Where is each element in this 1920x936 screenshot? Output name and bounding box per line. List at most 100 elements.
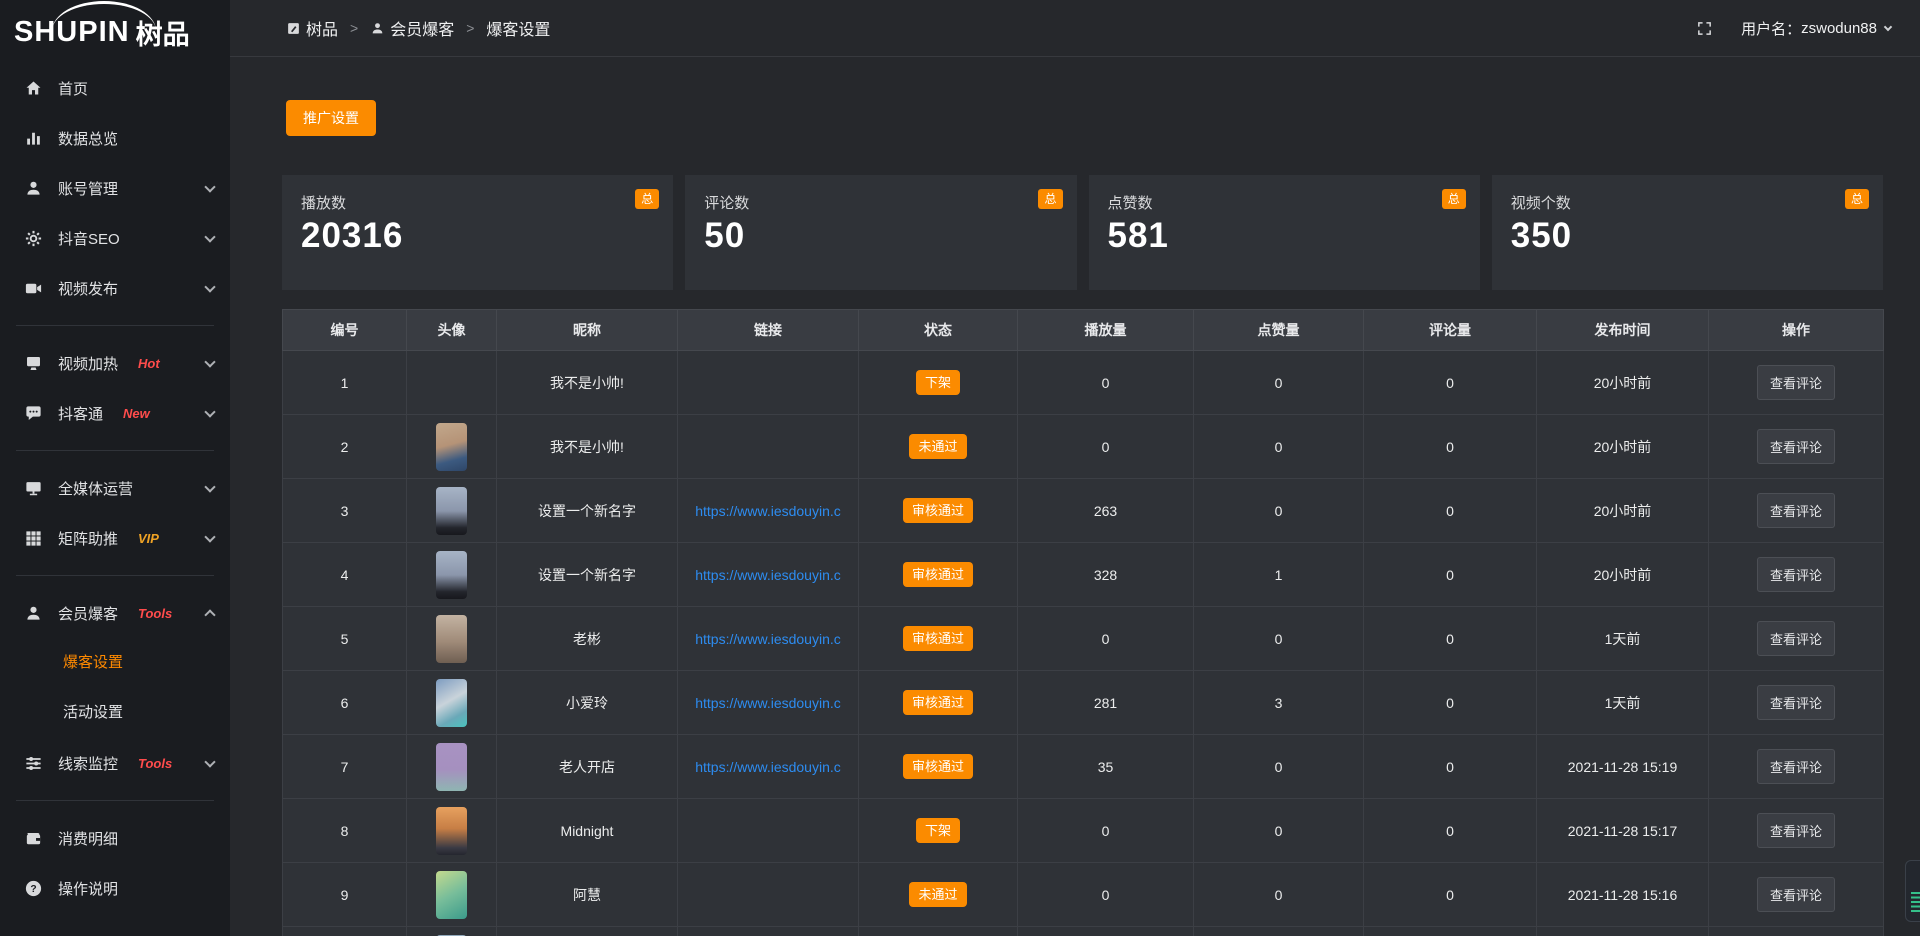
cell-time: 2021-11-28 15:16 [1537, 863, 1709, 927]
avatar [436, 615, 467, 663]
table-header-row: 编号头像昵称链接状态播放量点赞量评论量发布时间操作 [283, 310, 1884, 351]
sidebar-item-douketong[interactable]: 抖客通New [0, 388, 230, 438]
promo-settings-button[interactable]: 推广设置 [286, 100, 376, 136]
avatar [436, 487, 467, 535]
cell-likes: 0 [1194, 351, 1364, 415]
sidebar-item-consumption-detail[interactable]: 消费明细 [0, 813, 230, 863]
chevron-down-icon [204, 356, 215, 367]
cell-comments: 0 [1364, 735, 1537, 799]
sidebar-item-label: 会员爆客 [58, 603, 118, 624]
table-row: 3设置一个新名字https://www.iesdouyin.c审核通过26300… [283, 479, 1884, 543]
cell-id: 8 [283, 799, 407, 863]
table-row: 5老彬https://www.iesdouyin.c审核通过0001天前查看评论 [283, 607, 1884, 671]
view-comments-button[interactable]: 查看评论 [1757, 493, 1835, 528]
sidebar-item-member-baoke[interactable]: 会员爆客Tools [0, 588, 230, 638]
widget-stripes-icon [1911, 892, 1920, 914]
breadcrumb-label: 爆客设置 [486, 16, 550, 40]
cell-time: 2021-11-28 15:19 [1537, 735, 1709, 799]
cell-likes: 0 [1194, 863, 1364, 927]
cell-comments: 0 [1364, 863, 1537, 927]
username-dropdown[interactable]: 用户名：zswodun88 [1741, 18, 1891, 39]
sidebar-item-label: 消费明细 [58, 828, 118, 849]
sidebar-item-home[interactable]: 首页 [0, 63, 230, 113]
view-comments-button[interactable]: 查看评论 [1757, 877, 1835, 912]
sidebar-item-account-management[interactable]: 账号管理 [0, 163, 230, 213]
link-text[interactable]: https://www.iesdouyin.c [678, 631, 858, 647]
cell-nickname: 我不是小帅! [497, 351, 678, 415]
chevron-down-icon [204, 281, 215, 292]
heat-screen-icon [24, 354, 43, 373]
sidebar-item-data-overview[interactable]: 数据总览 [0, 113, 230, 163]
view-comments-button[interactable]: 查看评论 [1757, 429, 1835, 464]
cell-avatar [407, 351, 497, 415]
cell-id: 5 [283, 607, 407, 671]
cell-time: 20小时前 [1537, 415, 1709, 479]
home-icon [24, 79, 43, 98]
sidebar-item-tag: VIP [138, 531, 159, 546]
sidebar-item-operation-guide[interactable]: ?操作说明 [0, 863, 230, 913]
cell-link [678, 863, 859, 927]
cell-nickname: Midnight [497, 799, 678, 863]
view-comments-button[interactable]: 查看评论 [1757, 749, 1835, 784]
cell-id: 1 [283, 351, 407, 415]
link-text[interactable]: https://www.iesdouyin.c [678, 695, 858, 711]
cell-likes: 0 [1194, 607, 1364, 671]
sidebar-item-media-operation[interactable]: 全媒体运营 [0, 463, 230, 513]
view-comments-button[interactable]: 查看评论 [1757, 685, 1835, 720]
view-comments-button[interactable]: 查看评论 [1757, 813, 1835, 848]
sidebar-item-matrix-boost[interactable]: 矩阵助推VIP [0, 513, 230, 563]
sidebar-item-label: 数据总览 [58, 128, 118, 149]
bar-chart-icon [24, 129, 43, 148]
sidebar-item-douyin-seo[interactable]: 抖音SEO [0, 213, 230, 263]
sidebar-item-video-heat[interactable]: 视频加热Hot [0, 338, 230, 388]
avatar [436, 679, 467, 727]
cell-time: 2021-11-28 15:17 [1537, 799, 1709, 863]
stat-card-value: 350 [1511, 216, 1867, 256]
chevron-down-icon [204, 531, 215, 542]
view-comments-button[interactable]: 查看评论 [1757, 621, 1835, 656]
cell-nickname: 我不是小帅! [497, 415, 678, 479]
sidebar-item-label: 抖音SEO [58, 228, 120, 249]
sidebar-item-clue-monitor[interactable]: 线索监控Tools [0, 738, 230, 788]
cell-link: https://www.iesdouyin.c [678, 479, 859, 543]
sidebar-divider [16, 325, 214, 326]
breadcrumb-item-baoke-settings: 爆客设置 [486, 16, 550, 40]
sidebar-item-label: 账号管理 [58, 178, 118, 199]
cell-plays [1018, 927, 1194, 936]
status-badge: 审核通过 [903, 626, 973, 651]
cell-nickname: 小爱玲 [497, 671, 678, 735]
main-area: 树品>会员爆客>爆客设置 用户名：zswodun88 推广设置 播放数总2031… [230, 0, 1920, 936]
avatar [436, 423, 467, 471]
status-badge: 下架 [916, 818, 960, 843]
table-row [283, 927, 1884, 936]
view-comments-button[interactable]: 查看评论 [1757, 557, 1835, 592]
wallet-icon [24, 829, 43, 848]
link-text[interactable]: https://www.iesdouyin.c [678, 567, 858, 583]
floating-widget[interactable] [1905, 860, 1920, 922]
chevron-down-icon [204, 181, 215, 192]
breadcrumb-item-member-baoke[interactable]: 会员爆客 [370, 16, 454, 40]
logo-arc-decoration [52, 1, 156, 31]
breadcrumb-separator: > [350, 20, 358, 36]
view-comments-button[interactable]: 查看评论 [1757, 365, 1835, 400]
sidebar-item-video-publish[interactable]: 视频发布 [0, 263, 230, 313]
stat-card-label: 视频个数 [1511, 192, 1867, 213]
column-header-likes: 点赞量 [1194, 310, 1364, 351]
link-text[interactable]: https://www.iesdouyin.c [678, 759, 858, 775]
fullscreen-icon[interactable] [1696, 20, 1713, 37]
sidebar-subitem-baoke-settings[interactable]: 爆客设置 [0, 638, 230, 688]
sidebar-divider [16, 450, 214, 451]
link-text[interactable]: https://www.iesdouyin.c [678, 503, 858, 519]
sidebar-item-tag: New [123, 406, 150, 421]
breadcrumb-item-shupin[interactable]: 树品 [286, 16, 338, 40]
cell-plays: 281 [1018, 671, 1194, 735]
question-icon: ? [24, 879, 43, 898]
cell-plays: 35 [1018, 735, 1194, 799]
breadcrumb-label: 树品 [306, 16, 338, 40]
sidebar-item-label: 线索监控 [58, 753, 118, 774]
sidebar-subitem-activity-settings[interactable]: 活动设置 [0, 688, 230, 738]
cell-avatar [407, 671, 497, 735]
total-badge: 总 [1442, 189, 1466, 209]
total-badge: 总 [635, 189, 659, 209]
monitor-icon [24, 479, 43, 498]
